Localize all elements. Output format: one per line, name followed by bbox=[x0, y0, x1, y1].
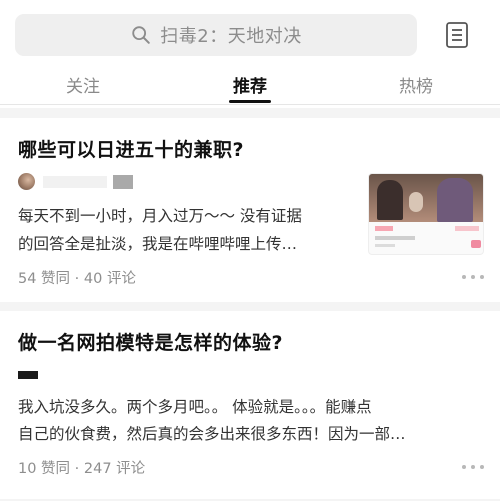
active-tab-indicator bbox=[229, 100, 271, 103]
thumbnail-figure bbox=[437, 178, 473, 222]
author-name-redacted bbox=[43, 175, 107, 188]
question-title[interactable]: 做一名网拍模特是怎样的体验? bbox=[18, 328, 283, 355]
tab-recommend[interactable]: 推荐 bbox=[210, 72, 290, 97]
question-title[interactable]: 哪些可以日进五十的兼职? bbox=[18, 135, 244, 162]
answer-stats: 10 赞同 · 247 评论 bbox=[18, 461, 146, 477]
more-dots-icon[interactable] bbox=[462, 464, 484, 470]
top-bar: 扫毒2：天地对决 关注 推荐 热榜 bbox=[0, 0, 500, 108]
tabs-divider bbox=[0, 104, 500, 105]
feed-card[interactable]: 做一名网拍模特是怎样的体验? 我入坑没多久。两个多月吧。。 体验就是。。。能赚点… bbox=[0, 311, 500, 499]
thumbnail-figure bbox=[409, 192, 423, 212]
avatar[interactable] bbox=[18, 173, 35, 190]
answer-thumbnail[interactable] bbox=[368, 173, 484, 255]
author-row[interactable] bbox=[18, 173, 133, 190]
more-dots-icon[interactable] bbox=[462, 274, 484, 280]
answer-excerpt-line[interactable]: 每天不到一小时，月入过万～～ 没有证据 bbox=[18, 202, 358, 230]
author-badge-redacted bbox=[113, 174, 133, 189]
thumbnail-caption bbox=[375, 236, 415, 240]
answer-excerpt-line[interactable]: 自己的伙食费，然后真的会多出来很多东西！因为一部… bbox=[18, 420, 488, 448]
document-list-icon[interactable] bbox=[445, 21, 469, 49]
feed-tabs: 关注 推荐 热榜 bbox=[0, 64, 500, 104]
author-row[interactable] bbox=[18, 371, 38, 379]
search-icon bbox=[132, 26, 151, 44]
avatar[interactable] bbox=[18, 371, 38, 379]
feed-card[interactable]: 哪些可以日进五十的兼职? 每天不到一小时，月入过万～～ 没有证据 的回答全是扯淡… bbox=[0, 118, 500, 302]
thumbnail-caption bbox=[375, 244, 395, 247]
answer-stats: 54 赞同 · 40 评论 bbox=[18, 271, 136, 287]
answer-excerpt-line[interactable]: 的回答全是扯淡，我是在哔哩哔哩上传… bbox=[18, 230, 358, 258]
tab-follow[interactable]: 关注 bbox=[43, 72, 123, 97]
tab-hot-list[interactable]: 热榜 bbox=[376, 72, 456, 97]
thumbnail-tag bbox=[455, 226, 479, 231]
search-placeholder: 扫毒2：天地对决 bbox=[160, 26, 302, 47]
answer-excerpt-line[interactable]: 我入坑没多久。两个多月吧。。 体验就是。。。能赚点 bbox=[18, 393, 488, 421]
thumbnail-figure bbox=[377, 180, 403, 220]
search-bar[interactable]: 扫毒2：天地对决 bbox=[15, 14, 417, 56]
thumbnail-tag bbox=[375, 226, 393, 231]
thumbnail-button bbox=[471, 240, 481, 248]
